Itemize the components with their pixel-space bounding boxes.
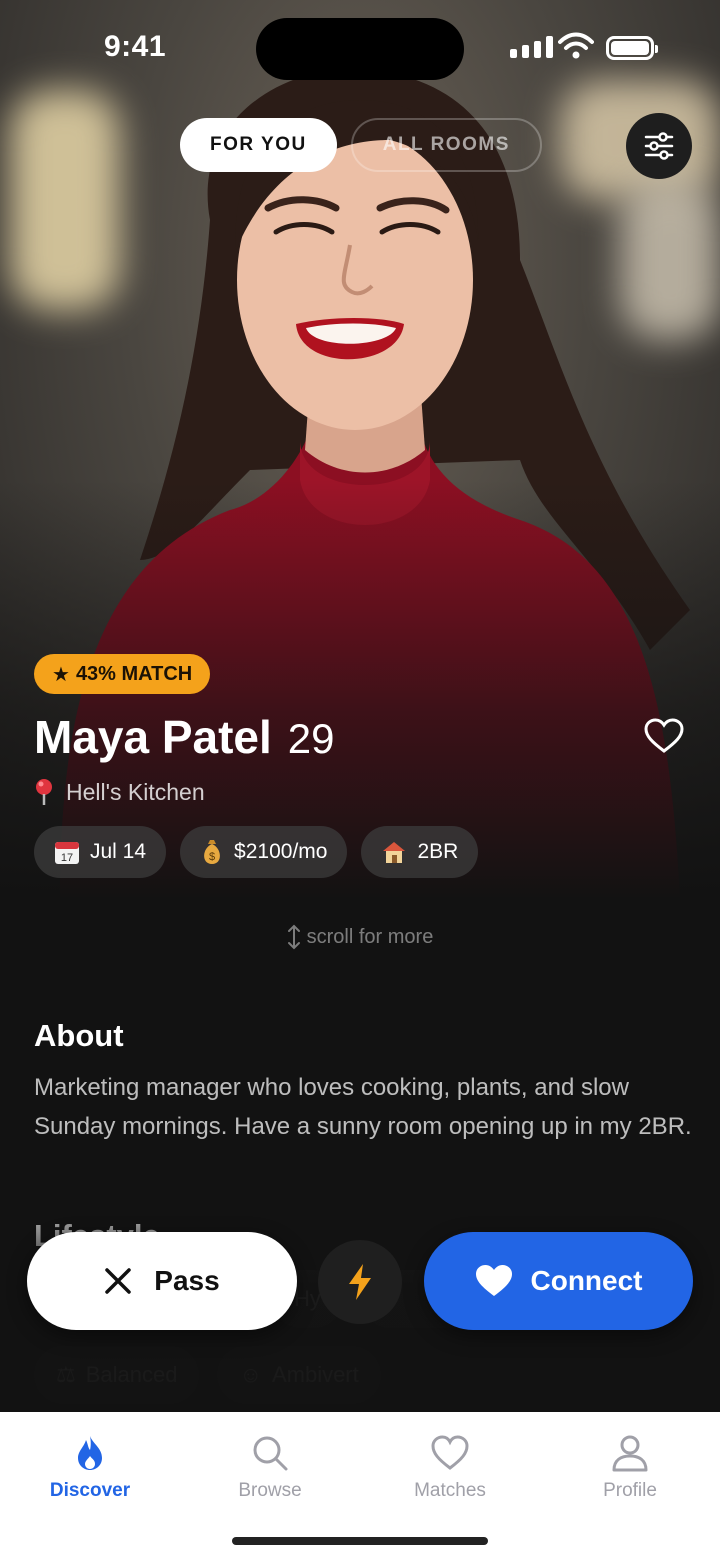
lifestyle-chip: ☺ Ambivert — [217, 1346, 381, 1404]
tab-label: Discover — [49, 1480, 131, 1501]
filter-button[interactable] — [626, 113, 692, 179]
svg-text:$: $ — [209, 851, 215, 863]
tab-label: Profile — [603, 1480, 657, 1501]
lifestyle-chip-label: Ambivert — [271, 1362, 359, 1387]
move-in-date-chip: 17 Jul 14 — [34, 826, 167, 878]
flame-icon — [78, 1436, 102, 1470]
lightning-icon — [349, 1264, 371, 1300]
lifestyle-chip: ⚖ Balanced — [34, 1346, 200, 1404]
house-icon — [383, 842, 406, 863]
search-icon — [253, 1436, 288, 1471]
pin-icon — [36, 779, 52, 805]
wifi-icon — [558, 32, 594, 59]
chip-label: 2BR — [417, 840, 459, 863]
tab-all-rooms[interactable]: ALL ROOMS — [350, 118, 542, 172]
lifestyle-row: ⚖ Balanced ☺ Ambivert — [34, 1346, 381, 1404]
money-bag-icon: $ — [204, 840, 220, 864]
person-icon — [612, 1435, 648, 1472]
tab-browse[interactable]: Browse — [180, 1434, 360, 1502]
vertical-arrows-icon — [287, 924, 300, 950]
discover-screen: 9:41 FOR YOU ALL ROOMS ★ 43% MATCH Maya … — [0, 0, 720, 1560]
favorite-button[interactable] — [644, 718, 684, 759]
match-label: 43% MATCH — [75, 662, 193, 685]
svg-text:17: 17 — [61, 852, 73, 864]
close-icon — [105, 1268, 132, 1294]
chip-label: $2100/mo — [234, 840, 328, 863]
star-icon: ★ — [52, 663, 70, 686]
scroll-hint-label: scroll for more — [306, 925, 434, 948]
heart-icon — [475, 1265, 512, 1296]
tab-label: Matches — [414, 1480, 486, 1501]
sliders-icon — [644, 132, 674, 160]
connect-label: Connect — [530, 1265, 643, 1296]
tab-label: Browse — [238, 1480, 302, 1501]
dynamic-island — [256, 18, 464, 80]
tab-for-you[interactable]: FOR YOU — [180, 118, 337, 172]
profile-name: Maya Patel — [34, 711, 272, 763]
detail-chips: 17 Jul 14 $ $2100/mo 2BR — [34, 826, 479, 878]
bedrooms-chip: 2BR — [361, 826, 479, 878]
about-heading: About — [34, 1018, 124, 1053]
pass-button[interactable]: Pass — [27, 1232, 297, 1330]
chip-label: Jul 14 — [90, 840, 147, 863]
scale-icon: ⚖ — [56, 1362, 76, 1387]
location-label: Hell's Kitchen — [66, 778, 205, 805]
tab-profile[interactable]: Profile — [540, 1434, 720, 1502]
heart-outline-icon — [644, 718, 684, 753]
boost-button[interactable] — [318, 1240, 402, 1324]
match-badge: ★ 43% MATCH — [34, 654, 211, 694]
profile-age: 29 — [287, 715, 335, 762]
about-text: Marketing manager who loves cooking, pla… — [34, 1074, 692, 1140]
cellular-signal-icon — [510, 36, 553, 58]
home-indicator — [232, 1537, 488, 1545]
status-bar: 9:41 — [0, 0, 720, 96]
lifestyle-chip-label: Hy — [294, 1286, 321, 1311]
location-row: Hell's Kitchen — [34, 778, 205, 806]
calendar-icon: 17 — [55, 842, 79, 864]
rent-chip: $ $2100/mo — [180, 826, 348, 878]
feed-tabs: FOR YOU ALL ROOMS — [180, 118, 542, 172]
scroll-hint: scroll for more — [0, 924, 720, 950]
name-row: Maya Patel 29 — [34, 710, 335, 764]
lifestyle-chip-label: Balanced — [85, 1362, 178, 1387]
tab-discover[interactable]: Discover — [0, 1434, 180, 1502]
pass-label: Pass — [154, 1265, 220, 1296]
heart-icon — [431, 1435, 469, 1470]
connect-button[interactable]: Connect — [424, 1232, 693, 1330]
battery-icon — [606, 36, 658, 60]
neutral-face-icon: ☺ — [239, 1362, 262, 1387]
status-time: 9:41 — [104, 30, 167, 63]
tab-matches[interactable]: Matches — [360, 1434, 540, 1502]
